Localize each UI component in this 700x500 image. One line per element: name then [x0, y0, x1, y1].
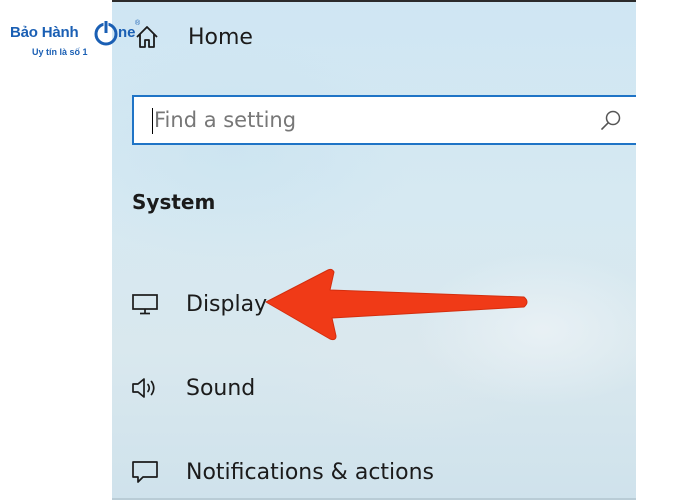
section-title-system: System	[132, 190, 216, 214]
annotation-arrow-icon	[265, 268, 528, 341]
right-margin	[636, 0, 700, 500]
home-icon	[136, 26, 158, 48]
logo-brand-text: Bảo Hành	[10, 24, 79, 41]
left-margin	[0, 0, 112, 500]
nav-label-notifications: Notifications & actions	[186, 459, 435, 485]
settings-panel	[112, 0, 636, 500]
monitor-icon	[132, 294, 158, 315]
nav-label-sound: Sound	[186, 375, 256, 401]
logo-tagline: Uy tín là số 1	[32, 47, 88, 57]
logo-brand-suffix: ne	[118, 24, 136, 41]
search-input[interactable]	[154, 97, 574, 143]
home-link[interactable]: Home	[134, 20, 253, 54]
home-label: Home	[188, 24, 253, 50]
power-icon	[94, 21, 118, 46]
nav-item-sound[interactable]: Sound	[130, 370, 255, 406]
search-box[interactable]	[132, 95, 636, 145]
watermark-logo: Bảo Hành ne ® Uy tín là số 1	[10, 20, 140, 62]
notification-icon	[132, 461, 158, 483]
search-icon[interactable]	[600, 109, 622, 131]
nav-item-notifications[interactable]: Notifications & actions	[130, 454, 434, 490]
nav-label-display: Display	[186, 291, 268, 317]
speaker-icon	[132, 378, 155, 398]
nav-item-display[interactable]: Display	[130, 286, 267, 322]
top-border	[112, 0, 636, 2]
text-caret	[152, 108, 153, 134]
